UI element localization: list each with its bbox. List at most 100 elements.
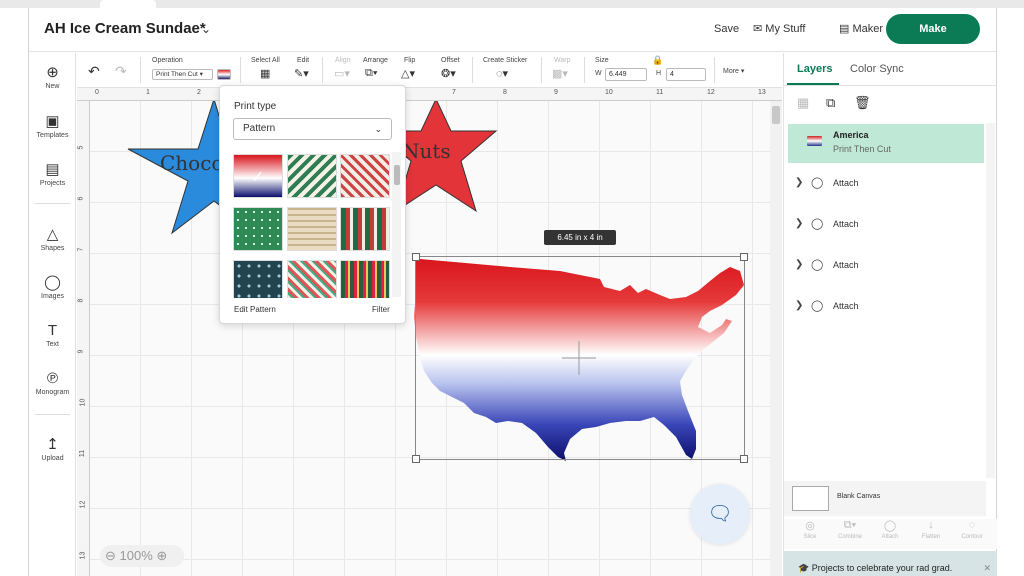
sidebar-item-templates[interactable]: ▣ Templates — [29, 113, 76, 139]
pattern-swatch[interactable] — [287, 207, 337, 251]
ruler-tick-label: 1 — [146, 89, 150, 96]
zoom-in-icon[interactable]: ⊕ — [156, 548, 167, 563]
graduation-cap-icon: 🎓 — [798, 563, 810, 573]
ruler-tick-label: 8 — [503, 89, 507, 96]
sidebar-item-monogram[interactable]: ℗ Monogram — [29, 370, 76, 396]
chevron-right-icon[interactable]: ❯ — [795, 218, 803, 229]
star-right-text[interactable]: Nuts — [402, 139, 451, 163]
operation-label: Operation — [152, 57, 183, 64]
selection-box[interactable] — [412, 253, 748, 463]
sidebar-item-text[interactable]: T Text — [29, 322, 76, 348]
height-input[interactable]: 4 — [666, 68, 706, 81]
save-button[interactable]: Save — [714, 23, 739, 35]
duplicate-icon[interactable]: ⧉ — [826, 95, 835, 111]
more-menu-button[interactable]: More ▾ — [723, 67, 744, 75]
project-title[interactable]: AH Ice Cream Sundae* — [44, 20, 206, 37]
layers-scrollbar[interactable] — [986, 123, 995, 478]
pattern-swatch[interactable] — [233, 260, 283, 298]
chat-help-button[interactable]: 🗨 — [690, 484, 750, 544]
sidebar-divider — [35, 414, 70, 415]
popup-scroll-thumb[interactable] — [394, 165, 400, 185]
flip-label: Flip — [404, 57, 416, 64]
print-swatch-button[interactable] — [217, 69, 231, 80]
pattern-swatch[interactable] — [340, 207, 390, 251]
edit-toolbar: ↶ ↷ Operation Print Then Cut ▾ Select Al… — [77, 53, 782, 88]
promo-banner[interactable]: 🎓 Projects to celebrate your rad grad. ✕ — [784, 551, 997, 576]
layer-row-attach[interactable]: ❯ ◯ Attach — [784, 175, 984, 195]
canvas-scroll-thumb[interactable] — [772, 106, 780, 124]
maker-button[interactable]: ▤ Maker — [839, 22, 883, 35]
print-type-value: Pattern — [243, 123, 276, 134]
pencil-icon[interactable]: ✎▾ — [294, 67, 309, 80]
chevron-right-icon[interactable]: ❯ — [795, 300, 803, 311]
zoom-control: ⊖ 100% ⊕ — [100, 545, 184, 567]
width-input[interactable]: 6.449 — [605, 68, 647, 81]
combine-button: ⧉▾ Combine — [830, 519, 870, 540]
make-button[interactable]: Make — [886, 14, 980, 44]
pattern-swatch[interactable] — [340, 260, 390, 298]
sidebar-item-projects[interactable]: ▤ Projects — [29, 161, 76, 187]
layer-row-attach[interactable]: ❯ ◯ Attach — [784, 257, 984, 277]
ruler-tick-label: 7 — [77, 247, 85, 252]
offset-icon[interactable]: ❂▾ — [441, 67, 456, 80]
tab-color-sync[interactable]: Color Sync — [850, 63, 904, 75]
print-type-popup: Print type Pattern ⌄ ✓ Edit Pattern Filt… — [219, 85, 406, 324]
more-label: More — [723, 68, 739, 75]
resize-handle-sw[interactable] — [412, 455, 420, 463]
warp-icon: ▩▾ — [552, 68, 568, 80]
sidebar-item-images[interactable]: ◯ Images — [29, 274, 76, 300]
pattern-swatch[interactable] — [233, 207, 283, 251]
chevron-right-icon[interactable]: ❯ — [795, 177, 803, 188]
offset-label: Offset — [441, 57, 460, 64]
chevron-right-icon[interactable]: ❯ — [795, 259, 803, 270]
contour-label: Contour — [961, 534, 983, 540]
resize-handle-nw[interactable] — [412, 253, 420, 261]
warp-label: Warp — [554, 57, 571, 64]
undo-icon[interactable]: ↶ — [88, 63, 100, 80]
chevron-down-icon[interactable]: ⌄ — [201, 22, 211, 36]
sticker-icon[interactable]: ◌▾ — [496, 67, 508, 80]
select-all-icon[interactable]: ▦ — [260, 67, 270, 80]
pattern-swatch-selected[interactable]: ✓ — [233, 154, 283, 198]
lightbulb-icon: ◯ — [44, 274, 61, 291]
filter-button[interactable]: Filter — [372, 305, 390, 314]
ruler-tick-label: 13 — [79, 551, 87, 560]
operation-select[interactable]: Print Then Cut ▾ — [152, 69, 213, 80]
my-stuff-button[interactable]: ✉ My Stuff — [753, 22, 805, 35]
layer-row-attach[interactable]: ❯ ◯ Attach — [784, 298, 984, 318]
edit-pattern-button[interactable]: Edit Pattern — [234, 305, 276, 314]
height-prefix: H — [656, 70, 662, 77]
arrange-icon[interactable]: ⧉▾ — [365, 67, 377, 80]
flip-icon[interactable]: △▾ — [401, 67, 415, 80]
lock-icon[interactable]: 🔒 — [652, 55, 663, 66]
sidebar-item-new[interactable]: ⊕ New — [29, 64, 76, 90]
ruler-tick-label: 9 — [77, 349, 85, 354]
trash-icon[interactable]: 🗑 — [854, 95, 871, 111]
print-type-select[interactable]: Pattern ⌄ — [233, 118, 392, 140]
zoom-out-icon[interactable]: ⊖ — [105, 548, 116, 563]
combine-label: Combine — [837, 534, 862, 540]
pattern-swatch[interactable] — [287, 260, 337, 298]
shirt-icon: ▣ — [45, 113, 60, 130]
sidebar-item-label: Monogram — [35, 389, 70, 396]
toolbar-divider — [541, 57, 542, 83]
close-icon[interactable]: ✕ — [983, 551, 991, 576]
blank-canvas-row[interactable]: Blank Canvas — [784, 481, 986, 516]
toolbar-divider — [472, 57, 473, 83]
resize-handle-ne[interactable] — [740, 253, 748, 261]
slice-button: ◎ Slice — [790, 519, 830, 540]
canvas-scrollbar[interactable] — [770, 101, 782, 576]
layer-row-attach[interactable]: ❯ ◯ Attach — [784, 216, 984, 236]
machine-icon: ▤ — [839, 23, 850, 35]
resize-handle-se[interactable] — [740, 455, 748, 463]
pattern-swatch[interactable] — [340, 154, 390, 198]
browser-tab[interactable] — [100, 0, 156, 8]
tab-layers[interactable]: Layers — [797, 63, 832, 75]
edit-label: Edit — [297, 57, 310, 64]
attach-icon: ◯ — [811, 177, 824, 189]
sidebar-item-shapes[interactable]: △ Shapes — [29, 226, 76, 252]
ruler-tick-label: 12 — [707, 89, 715, 96]
pattern-swatch[interactable] — [287, 154, 337, 198]
sidebar-item-upload[interactable]: ↥ Upload — [29, 436, 76, 462]
blank-canvas-swatch[interactable] — [792, 486, 829, 511]
